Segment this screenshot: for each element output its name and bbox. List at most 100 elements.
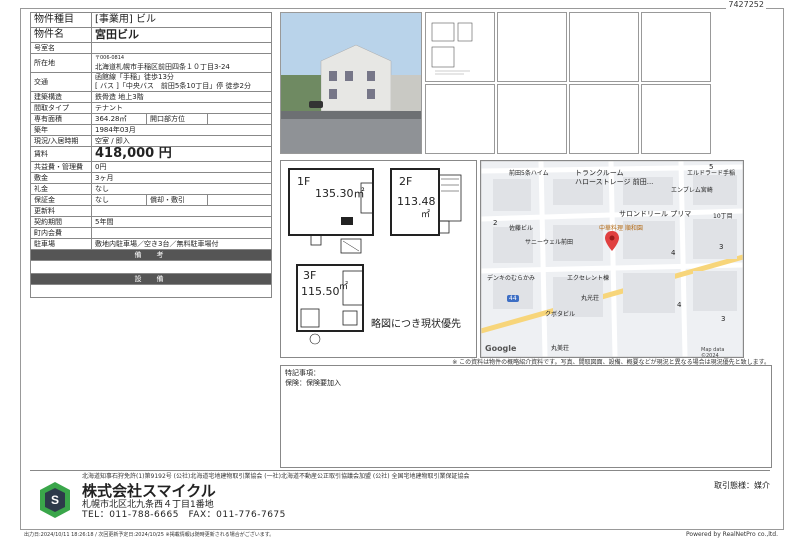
status-value: 空室 / 即入 [91,135,272,147]
structure-label: 建築構造 [30,91,92,103]
special-notes-title: 特記事項： [285,369,320,377]
map-block-number-3: 3 [719,243,724,251]
deposit-label: 敷金 [30,172,92,184]
document-id: 7427252 [726,0,766,9]
map-block-number-2: 4 [671,249,676,257]
rent-label: 賃料 [30,146,92,162]
facilities-header: 設 備 [30,273,272,285]
floor-plan: 1F 135.30㎡ 2F 113.48 ㎡ 3F 115.50 ㎡ 略図につき… [280,160,477,358]
opening-value [207,113,272,125]
floor-3-label: 3F [303,269,317,282]
deposit-value: 3ヶ月 [91,172,272,184]
common-fee-label: 共益費・管理費 [30,161,92,173]
map-label-11: 丸光荘 [581,295,600,302]
google-logo: Google [485,344,517,353]
renewal-value [91,205,272,217]
thumbnail-slot-8[interactable] [641,84,711,154]
postal-code: 〒006-0814 [95,55,125,61]
common-fee-value: 0円 [91,161,272,173]
company-logo: S [40,482,70,518]
layout-value: テナント [91,102,272,114]
map-label-0: 前田5条ハイム [509,170,549,177]
status-label: 現況/入居時期 [30,135,92,147]
map-block-number-1: 2 [493,219,498,227]
thumbnail-slot-4[interactable] [641,12,711,82]
building-photo[interactable] [280,12,422,154]
map-label-7: 佐藤ビル [509,225,534,232]
traffic-line-2: [ バス ]「中央バス 前田5条10丁目」停 徒歩2分 [95,82,251,90]
built-value: 1984年03月 [91,124,272,136]
thumbnail-slot-5[interactable] [425,84,495,154]
floorplan-thumbnail-image [431,22,473,75]
contract-label: 契約期間 [30,216,92,228]
thumbnail-slot-7[interactable] [569,84,639,154]
thumbnail-slot-6[interactable] [497,84,567,154]
traffic-line-1: 函館線「手稲」徒歩13分 [95,73,174,82]
map-block-number-5: 3 [721,315,726,323]
floor-3-unit: ㎡ [339,282,349,292]
map-pin-icon[interactable] [605,231,619,251]
room-label: 号室名 [30,42,92,54]
layout-label: 間取タイプ [30,102,92,114]
location-value: 〒006-0814 北海道札幌市手稲区前田四条１０丁目3-24 [91,53,272,73]
map-block-number-0: 5 [709,163,714,171]
svg-text:S: S [51,493,59,507]
type-value: [事業用] ビル [91,12,272,28]
structure-value: 鉄骨造 地上3階 [91,91,272,103]
floor-1-label: 1F [297,175,311,188]
address: 北海道札幌市手稲区前田四条１０丁目3-24 [95,63,230,71]
company-phone-fax: TEL：011-788-6665 FAX：011-776-7675 [82,510,286,520]
floor-2-label: 2F [399,175,413,188]
map-label-12: クボタビル [545,311,576,318]
town-fee-value [91,227,272,239]
traffic-label: 交通 [30,72,92,92]
parking-value: 敷地内駐車場／空き3台／無料駐車場付 [91,238,272,250]
remarks-body [30,260,272,274]
map-label-14: 10丁目 [713,213,733,220]
type-label: 物件種目 [30,12,92,28]
special-notes-value: 保険：保険要加入 [285,379,341,387]
opening-label: 開口部方位 [146,113,208,125]
floor-plan-caption: 略図につき現状優先 [371,319,461,330]
renewal-label: 更新料 [30,205,92,217]
thumbnail-slot-2[interactable] [497,12,567,82]
print-info: 出力日:2024/10/11 18:26:18 / 次回更新予定日:2024/1… [24,532,275,538]
guarantee-label: 保証金 [30,194,92,206]
area-value: 364.28㎡ [91,113,147,125]
building-photo-image [281,13,421,153]
location-map[interactable]: 前田5条ハイム トランクルーム ハローストレージ 前田... エンブレム宮崎 エ… [480,160,744,358]
rent-value: 418,000 円 [91,146,272,162]
amortization-value [207,194,272,206]
map-block-number-4: 4 [677,301,682,309]
location-label: 所在地 [30,53,92,73]
floor-2-unit: ㎡ [421,210,431,220]
floor-1-area: 135.30㎡ [315,187,365,200]
special-notes-box: 特記事項： 保険：保険要加入 [280,365,772,468]
guarantee-value: なし [91,194,147,206]
facilities-body [30,284,272,298]
key-money-label: 礼金 [30,183,92,195]
map-label-6: 中華料理 順和園 [599,225,643,232]
remarks-header: 備 考 [30,249,272,261]
map-label-2: ハローストレージ 前田... [575,178,654,186]
thumbnail-slot-3[interactable] [569,12,639,82]
map-label-13: 丸美荘 [551,345,570,352]
room-value [91,42,272,54]
area-label: 専有面積 [30,113,92,125]
property-table: 物件種目 [事業用] ビル 物件名 宮田ビル 号室名 所在地 〒006-0814 北海… [30,12,272,298]
route-shield: 44 [507,295,519,302]
map-label-9: デンキのむらかみ [487,275,536,282]
contract-value: 5年間 [91,216,272,228]
map-label-3: エンブレム宮崎 [671,187,713,194]
transaction-type: 取引態様：媒介 [714,481,770,490]
traffic-value: 函館線「手稲」徒歩13分[ バス ]「中央バス 前田5条10丁目」停 徒歩2分 [91,72,272,92]
amortization-label: 償却・敷引 [146,194,208,206]
map-label-5: サロンドリール プリマ [619,210,692,218]
map-label-8: サニーウェル前田 [525,239,574,246]
town-fee-label: 町内会費 [30,227,92,239]
name-label: 物件名 [30,27,92,43]
floorplan-thumbnail[interactable] [425,12,495,82]
floor-3-area: 115.50 [301,285,340,298]
powered-by: Powered by RealNetPro co.,ltd. [686,531,778,538]
map-label-10: エクセレント棟 [567,275,610,282]
